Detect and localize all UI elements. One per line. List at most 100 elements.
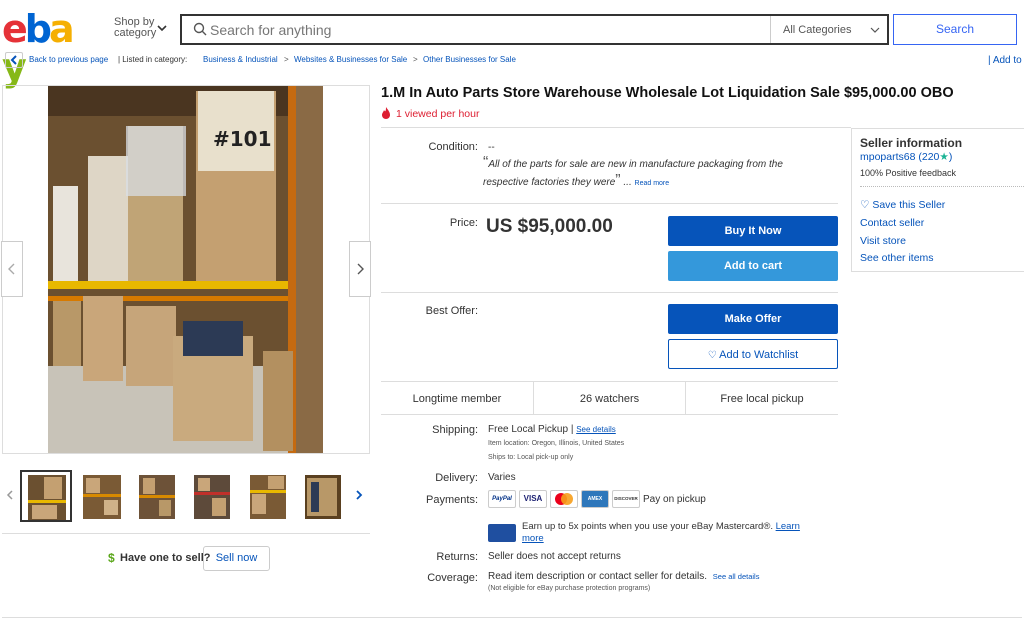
read-more-link[interactable]: Read more (635, 180, 670, 187)
shipping-value-row: Free Local Pickup | See details (488, 424, 616, 435)
logo-letter-e: e (2, 7, 28, 51)
logo-letter-b: b (24, 7, 52, 51)
seller-name-link[interactable]: mpoparts68 (860, 151, 915, 163)
paypal-icon: PayPal (488, 490, 516, 508)
item-location: Item location: Oregon, Illinois, United … (488, 440, 625, 447)
make-offer-button[interactable]: Make Offer (668, 304, 838, 334)
pay-on-pickup: Pay on pickup (643, 494, 706, 505)
search-input[interactable] (210, 16, 765, 43)
divider (860, 186, 1024, 187)
condition-quote-text: All of the parts for sale are new in man… (483, 159, 783, 188)
stat-longtime-member: Longtime member (381, 381, 534, 415)
thumbnail-4[interactable] (186, 470, 238, 522)
thumbs-next-icon[interactable] (355, 489, 363, 501)
breadcrumb-business-industrial[interactable]: Business & Industrial (203, 55, 278, 64)
returns-value: Seller does not accept returns (488, 551, 621, 562)
breadcrumb-other-businesses[interactable]: Other Businesses for Sale (423, 55, 516, 64)
back-button[interactable] (5, 52, 23, 68)
coverage-value: Read item description or contact seller … (488, 571, 707, 582)
prev-image-button[interactable] (1, 241, 23, 297)
breadcrumb-separator: > (413, 55, 418, 64)
seller-score: (220 (918, 151, 940, 163)
save-seller-link[interactable]: ♡ Save this Seller (860, 199, 945, 211)
divider (381, 203, 838, 204)
watchlist-label: Add to Watchlist (719, 349, 799, 361)
see-other-items-link[interactable]: See other items (860, 252, 934, 264)
ebay-logo[interactable]: ebay (2, 7, 90, 86)
chevron-down-icon (870, 27, 880, 33)
add-to-link[interactable]: | Add to (988, 55, 1022, 66)
price-label: Price: (449, 217, 478, 229)
coverage-label: Coverage: (427, 572, 478, 584)
thumbnail-1[interactable] (20, 470, 72, 522)
category-select-value: All Categories (783, 24, 852, 36)
logo-letter-a: a (48, 7, 75, 51)
buy-it-now-button[interactable]: Buy It Now (668, 216, 838, 246)
add-to-cart-button[interactable]: Add to cart (668, 251, 838, 281)
next-image-button[interactable] (349, 241, 371, 297)
price-value: US $95,000.00 (486, 216, 613, 237)
condition-quote: “All of the parts for sale are new in ma… (483, 155, 823, 192)
mastercard-promo-text: Earn up to 5x points when you use your e… (522, 521, 773, 532)
mastercard-promo: Earn up to 5x points when you use your e… (522, 521, 832, 545)
coverage-note: (Not eligible for eBay purchase protecti… (488, 585, 651, 592)
shipping-value: Free Local Pickup (488, 424, 569, 435)
back-to-previous-link[interactable]: Back to previous page (29, 55, 108, 64)
stat-free-local-pickup: Free local pickup (686, 381, 838, 415)
thumbnail-2[interactable] (76, 470, 128, 522)
chevron-right-icon (357, 263, 364, 275)
seller-name-row: mpoparts68 (220★) (860, 151, 952, 163)
search-icon (193, 22, 207, 36)
svg-text:#101: #101 (213, 127, 272, 151)
seller-info-title: Seller information (860, 136, 963, 150)
have-one-to-sell-label: Have one to sell? (120, 552, 211, 564)
discover-icon: DISCOVER (612, 490, 640, 508)
positive-feedback: 100% Positive feedback (860, 168, 957, 178)
flame-icon (382, 107, 390, 119)
payments-label: Payments: (426, 494, 478, 506)
see-details-link[interactable]: See details (576, 425, 616, 434)
delivery-value: Varies (488, 472, 516, 483)
thumbnail-6[interactable] (297, 470, 349, 522)
save-seller-label: Save this Seller (872, 199, 946, 211)
see-all-details-link[interactable]: See all details (713, 572, 760, 581)
returns-label: Returns: (436, 551, 478, 563)
learn-more-link[interactable]: Learn (776, 521, 800, 532)
shipping-label: Shipping: (432, 424, 478, 436)
divider (381, 292, 838, 293)
learn-more-link-2[interactable]: more (522, 533, 544, 544)
breadcrumb-websites-businesses[interactable]: Websites & Businesses for Sale (294, 55, 407, 64)
chevron-left-icon (10, 55, 17, 65)
ships-to: Ships to: Local pick-up only (488, 454, 574, 461)
quote-close-icon: ” (615, 172, 621, 189)
divider (381, 127, 851, 128)
condition-value: -- (488, 142, 495, 153)
ebay-mastercard-icon (488, 524, 516, 542)
item-title: 1.M In Auto Parts Store Warehouse Wholes… (381, 85, 954, 101)
chevron-left-icon (8, 263, 15, 275)
search-button[interactable]: Search (893, 14, 1017, 45)
quote-ellipsis: ... (623, 177, 632, 188)
main-product-photo[interactable]: #101 (48, 86, 323, 453)
best-offer-label: Best Offer: (425, 305, 478, 317)
coverage-row: Read item description or contact seller … (488, 571, 759, 582)
breadcrumb-separator: > (284, 55, 289, 64)
sell-now-button[interactable]: Sell now (203, 546, 270, 571)
seller-score-close: ) (948, 151, 953, 163)
thumbs-prev-icon[interactable] (6, 489, 14, 501)
heart-icon: ♡ (707, 350, 717, 361)
mastercard-icon (550, 490, 578, 508)
thumbnail-3[interactable] (131, 470, 183, 522)
chevron-down-icon[interactable] (156, 22, 168, 34)
stat-watchers: 26 watchers (534, 381, 686, 415)
heart-icon: ♡ (860, 199, 870, 211)
star-icon: ★ (939, 151, 949, 163)
divider (2, 533, 370, 534)
visit-store-link[interactable]: Visit store (860, 235, 906, 247)
add-to-watchlist-button[interactable]: ♡ Add to Watchlist (668, 339, 838, 369)
thumbnail-5[interactable] (242, 470, 294, 522)
listed-in-label: | Listed in category: (118, 55, 188, 64)
delivery-label: Delivery: (435, 472, 478, 484)
dollar-icon: $ (108, 551, 115, 565)
contact-seller-link[interactable]: Contact seller (860, 217, 924, 229)
